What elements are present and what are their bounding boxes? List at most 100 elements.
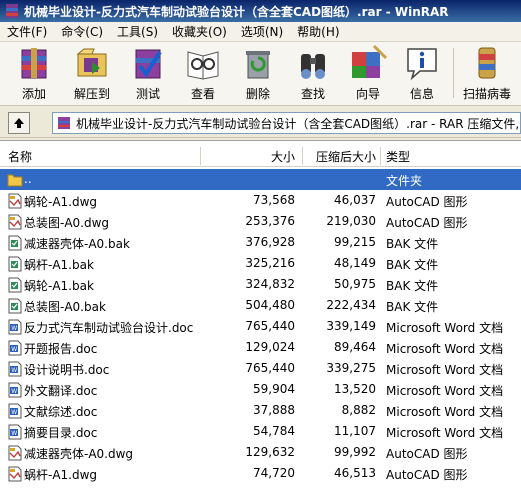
file-name: 蜗杆-A1.dwg [24, 468, 98, 482]
file-name: 蜗轮-A1.bak [24, 279, 94, 293]
word-document-icon: W [8, 340, 22, 356]
word-document-icon: W [8, 403, 22, 419]
column-name[interactable]: 名称 [8, 148, 32, 165]
file-name: 总装图-A0.dwg [24, 216, 110, 230]
file-row[interactable]: W 反力式汽车制动试验台设计.doc 765,440 339,149 Microsoft… [0, 316, 521, 337]
word-document-icon: W [8, 424, 22, 440]
file-name: 反力式汽车制动试验台设计.doc [24, 321, 194, 335]
file-type: Microsoft Word 文档 [386, 426, 504, 440]
file-packed-size: 219,030 [326, 214, 376, 228]
file-type: AutoCAD 图形 [386, 195, 468, 209]
column-packed-size[interactable]: 压缩后大小 [305, 148, 376, 165]
file-type: 文件夹 [386, 174, 423, 188]
file-row[interactable]: W 摘要目录.doc 54,784 11,107 Microsoft Word 文档 [0, 421, 521, 442]
file-type: Microsoft Word 文档 [386, 405, 504, 419]
file-row[interactable]: 减速器壳体-A0.dwg 129,632 99,992 AutoCAD 图形 [0, 442, 521, 463]
svg-text:W: W [11, 346, 17, 353]
column-size[interactable]: 大小 [200, 148, 295, 165]
column-divider[interactable] [302, 147, 303, 165]
file-name: 减速器壳体-A0.bak [24, 237, 130, 251]
file-size: 376,928 [245, 235, 295, 249]
file-row[interactable]: 蜗杆-A1.dwg 74,720 46,513 AutoCAD 图形 [0, 463, 521, 484]
file-row[interactable]: W 外文翻译.doc 59,904 13,520 Microsoft Word 文档 [0, 379, 521, 400]
file-type: BAK 文件 [386, 237, 439, 251]
autocad-file-icon [8, 445, 22, 461]
file-packed-size: 339,149 [326, 319, 376, 333]
svg-text:W: W [11, 409, 17, 416]
file-row[interactable]: 总装图-A0.bak 504,480 222,434 BAK 文件 [0, 295, 521, 316]
file-row[interactable]: 蜗杆-A1.bak 325,216 48,149 BAK 文件 [0, 253, 521, 274]
file-type: Microsoft Word 文档 [386, 321, 504, 335]
menu-help[interactable]: 帮助(H) [290, 23, 346, 40]
menu-commands[interactable]: 命令(C) [54, 23, 110, 40]
up-arrow-icon [14, 118, 24, 128]
file-size: 74,720 [253, 466, 295, 480]
view-label: 查看 [190, 87, 215, 101]
file-type: Microsoft Word 文档 [386, 384, 504, 398]
title-bar[interactable]: 机械毕业设计-反力式汽车制动试验台设计（含全套CAD图纸）.rar - WinR… [0, 0, 521, 22]
file-packed-size: 11,107 [334, 424, 376, 438]
file-name: 减速器壳体-A0.dwg [24, 447, 134, 461]
test-button[interactable]: 测试 [128, 44, 168, 102]
virus-scan-button[interactable]: 扫描病毒 [463, 44, 511, 102]
file-packed-size: 339,275 [326, 361, 376, 375]
bak-file-icon [8, 235, 22, 251]
word-document-icon: W [8, 382, 22, 398]
file-size: 325,216 [245, 256, 295, 270]
file-packed-size: 50,975 [334, 277, 376, 291]
find-label: 查找 [300, 87, 325, 101]
file-row[interactable]: W 开题报告.doc 129,024 89,464 Microsoft Word 文档 [0, 337, 521, 358]
view-button[interactable]: 查看 [183, 44, 223, 102]
find-button[interactable]: 查找 [293, 44, 333, 102]
svg-text:W: W [11, 325, 17, 332]
parent-folder-row[interactable]: .. 文件夹 [0, 169, 521, 190]
info-label: 信息 [409, 87, 434, 101]
add-button[interactable]: 添加 [14, 44, 54, 102]
menu-tools[interactable]: 工具(S) [110, 23, 165, 40]
column-divider[interactable] [380, 147, 381, 165]
find-icon [301, 54, 325, 79]
file-row[interactable]: 蜗轮-A1.bak 324,832 50,975 BAK 文件 [0, 274, 521, 295]
svg-text:W: W [11, 367, 17, 374]
delete-button[interactable]: 删除 [238, 44, 278, 102]
info-button[interactable]: 信息 [402, 44, 442, 102]
file-row[interactable]: W 文献综述.doc 37,888 8,882 Microsoft Word 文档 [0, 400, 521, 421]
file-size: 253,376 [245, 214, 295, 228]
add-archive-icon [21, 48, 47, 79]
file-name: 设计说明书.doc [24, 363, 110, 377]
file-size: 54,784 [253, 424, 295, 438]
file-size: 73,568 [253, 193, 295, 207]
view-icon [187, 51, 219, 80]
file-row[interactable]: 蜗轮-A1.dwg 73,568 46,037 AutoCAD 图形 [0, 190, 521, 211]
add-label: 添加 [21, 87, 46, 101]
archive-path-field[interactable]: 机械毕业设计-反力式汽车制动试验台设计（含全套CAD图纸）.rar - RAR … [52, 112, 521, 134]
file-size: 129,632 [245, 445, 295, 459]
delete-icon [246, 51, 270, 79]
menu-file[interactable]: 文件(F) [0, 23, 54, 40]
wizard-button[interactable]: 向导 [348, 44, 388, 102]
menu-options[interactable]: 选项(N) [234, 23, 290, 40]
file-name: .. [24, 172, 32, 186]
column-type[interactable]: 类型 [386, 148, 410, 165]
file-name: 摘要目录.doc [24, 426, 98, 440]
file-row[interactable]: W 设计说明书.doc 765,440 339,275 Microsoft Word 文… [0, 358, 521, 379]
file-type: Microsoft Word 文档 [386, 342, 504, 356]
file-type: BAK 文件 [386, 300, 439, 314]
file-list[interactable]: 名称 大小 压缩后大小 类型 .. 文件夹蜗轮-A1.dwg 73,568 46,03… [0, 140, 521, 490]
file-type: BAK 文件 [386, 279, 439, 293]
winrar-app-icon [6, 4, 18, 18]
toolbar: 添加 解压到 测试 查看 删除 查找 向导 信息 扫描病毒 [0, 42, 521, 106]
extract-to-button[interactable]: 解压到 [72, 44, 112, 102]
file-row[interactable]: 减速器壳体-A0.bak 376,928 99,215 BAK 文件 [0, 232, 521, 253]
file-row[interactable]: 总装图-A0.dwg 253,376 219,030 AutoCAD 图形 [0, 211, 521, 232]
menu-favorites[interactable]: 收藏夹(O) [165, 23, 234, 40]
file-name: 蜗杆-A1.bak [24, 258, 94, 272]
file-type: AutoCAD 图形 [386, 216, 468, 230]
autocad-file-icon [8, 214, 22, 230]
up-one-level-button[interactable] [8, 112, 30, 134]
virus-scan-icon [478, 47, 496, 79]
wizard-icon [352, 44, 388, 78]
file-size: 59,904 [253, 382, 295, 396]
file-name: 外文翻译.doc [24, 384, 98, 398]
file-name: 开题报告.doc [24, 342, 98, 356]
